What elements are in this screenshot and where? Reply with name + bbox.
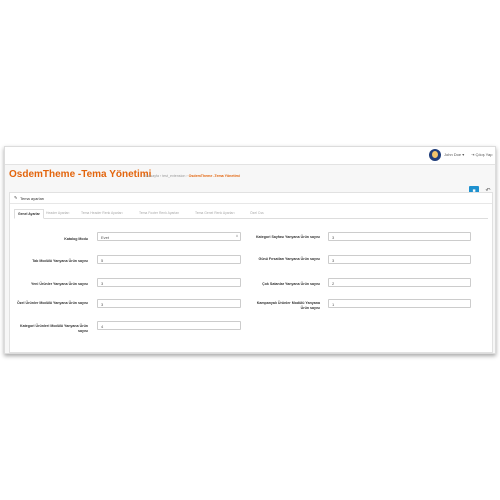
select-arrows-icon: ⇕ xyxy=(235,234,239,238)
new-products-count-input[interactable]: 3 xyxy=(97,278,241,287)
tab-custom-css[interactable]: Özel Css xyxy=(247,209,267,217)
tab-footer-color-settings[interactable]: Tema Footer Renk Ayarları xyxy=(136,209,182,217)
category-page-count-input[interactable]: 3 xyxy=(328,232,471,241)
special-products-module-count-input[interactable]: 3 xyxy=(97,299,241,308)
tab-general-color-settings[interactable]: Tema Genel Renk Ayarları xyxy=(192,209,238,217)
tab-module-count-label: Tab Modülü Yanyana Ürün sayısı xyxy=(32,259,88,263)
campaign-products-module-count-input[interactable]: 1 xyxy=(328,299,471,308)
avatar[interactable] xyxy=(429,149,441,161)
daily-deal-count-input[interactable]: 3 xyxy=(328,255,471,264)
tab-header-color-settings[interactable]: Tema Header Renk Ayarları xyxy=(78,209,126,217)
campaign-products-module-count-label: Kampanyalı Ürünler Modülü Yanyana Ürün s… xyxy=(256,301,320,310)
panel-title: Tema ayarları xyxy=(20,196,45,201)
settings-tabs: Genel Ayarlar Header Ayarları Tema Heade… xyxy=(14,209,488,219)
special-products-module-count-label: Özel Ürünler Modülü Yanyana Ürün sayısı xyxy=(16,301,88,305)
panel-heading: ✎ Tema ayarları xyxy=(10,193,492,204)
breadcrumb-current[interactable]: OsdemTheme -Tema Yönetimi xyxy=(189,174,240,178)
tab-module-count-input[interactable]: 5 xyxy=(97,255,241,264)
page-title: OsdemTheme -Tema Yönetimi xyxy=(9,169,152,180)
bestseller-count-label: Çok Satanlar Yanyana Ürün sayısı xyxy=(262,282,320,286)
top-navbar: John Doe ▾ ⇥ Çıkış Yap xyxy=(5,147,495,165)
category-products-module-count-input[interactable]: 4 xyxy=(97,321,241,330)
breadcrumb-extension[interactable]: test_extension xyxy=(162,174,185,178)
app-window: John Doe ▾ ⇥ Çıkış Yap OsdemTheme -Tema … xyxy=(4,146,496,354)
category-products-module-count-label: Kategori Ürünleri Modülü Yanyana Ürün sa… xyxy=(19,324,88,333)
settings-panel: ✎ Tema ayarları Genel Ayarlar Header Aya… xyxy=(9,192,493,353)
catalog-mode-select[interactable]: Evet ⇕ xyxy=(97,232,241,241)
tab-header-settings[interactable]: Header Ayarları xyxy=(43,209,73,217)
tab-general-settings[interactable]: Genel Ayarlar xyxy=(14,209,44,219)
user-menu[interactable]: John Doe ▾ xyxy=(444,152,464,157)
catalog-mode-value: Evet xyxy=(101,235,110,240)
breadcrumb-home[interactable]: Anasayfa xyxy=(144,174,159,178)
new-products-count-label: Yeni Ürünler Yanyana Ürün sayısı xyxy=(30,282,88,286)
breadcrumb: Anasayfa › test_extension › OsdemTheme -… xyxy=(144,174,240,178)
catalog-mode-label: Katalog Modu xyxy=(64,237,88,241)
logout-link[interactable]: ⇥ Çıkış Yap xyxy=(471,152,492,157)
page-header: OsdemTheme -Tema Yönetimi Anasayfa › tes… xyxy=(5,165,495,196)
category-page-count-label: Kategori Sayfası Yanyana Ürün sayısı xyxy=(255,235,320,239)
bestseller-count-input[interactable]: 2 xyxy=(328,278,471,287)
pencil-icon: ✎ xyxy=(14,195,18,200)
daily-deal-count-label: Günü Fırsatları Yanyana Ürün sayısı xyxy=(258,257,320,261)
